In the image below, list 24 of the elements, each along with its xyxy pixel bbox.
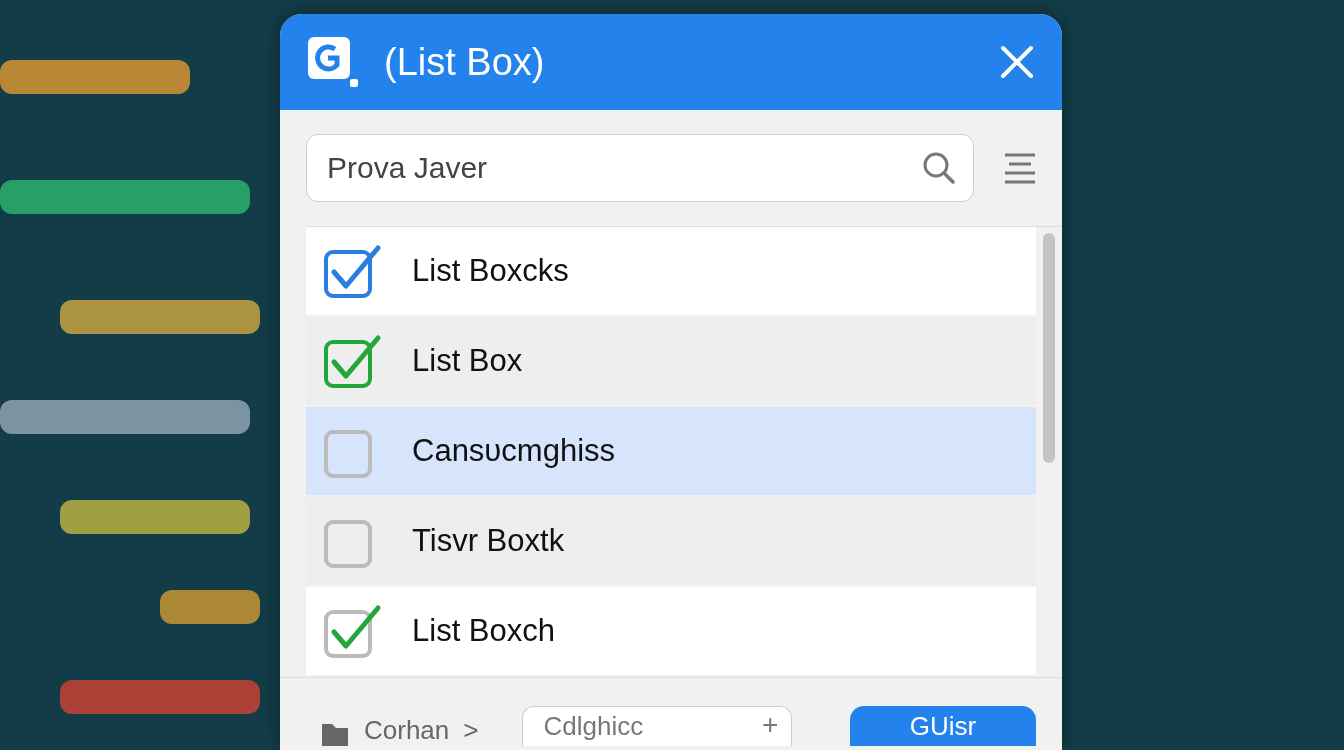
close-icon[interactable]	[1000, 45, 1034, 79]
item-label: Tisvr Boxtk	[412, 523, 565, 559]
list-item[interactable]: List Box	[306, 317, 1036, 405]
search-icon[interactable]	[922, 151, 956, 185]
scrollbar-thumb[interactable]	[1043, 233, 1055, 463]
breadcrumb-separator: >	[463, 715, 479, 746]
list-item[interactable]: List Boxch	[306, 587, 1036, 675]
checkbox[interactable]	[324, 334, 382, 388]
app-logo-icon	[308, 37, 358, 87]
list-item[interactable]: List Boxcks	[306, 227, 1036, 315]
list-item[interactable]: Tisvr Boxtk	[306, 497, 1036, 585]
item-label: Cansυcmghiss	[412, 433, 615, 469]
item-label: List Box	[412, 343, 523, 379]
list-item[interactable]: Cansυcmghiss	[306, 407, 1036, 495]
search-field[interactable]: Prova Javer	[306, 134, 974, 202]
checkbox[interactable]	[324, 604, 382, 658]
menu-icon[interactable]	[1004, 152, 1036, 184]
action-button[interactable]: GUisr	[850, 706, 1036, 746]
add-sign[interactable]: +	[762, 709, 779, 741]
breadcrumb[interactable]: Corhan	[364, 715, 450, 746]
item-label: List Boxcks	[412, 253, 569, 289]
window-title: (List Box)	[384, 40, 546, 84]
item-label: List Boxch	[412, 613, 555, 649]
checkbox[interactable]	[324, 244, 382, 298]
